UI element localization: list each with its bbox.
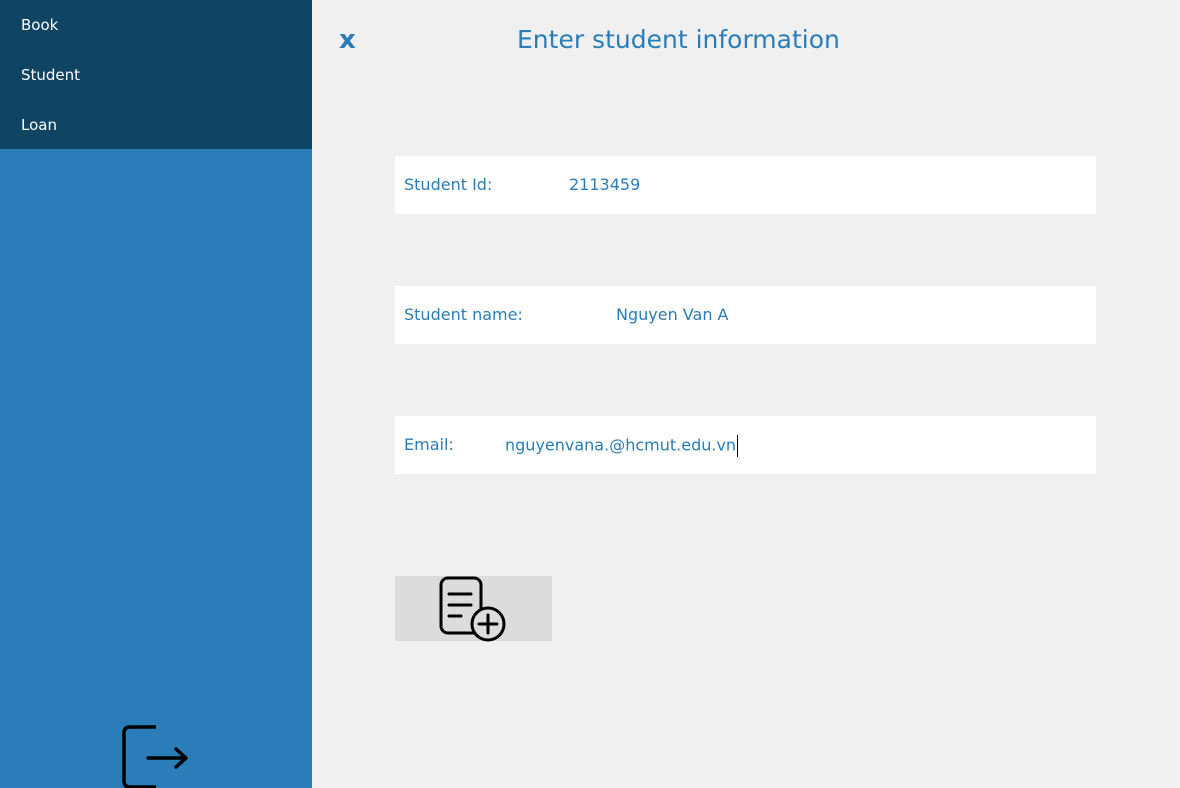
student-name-label: Student name: xyxy=(404,305,523,324)
text-caret xyxy=(737,435,739,457)
sidebar-item-loan[interactable]: Loan xyxy=(21,115,57,135)
sidebar-menu: Book Student Loan xyxy=(0,0,312,149)
add-document-icon xyxy=(439,576,506,642)
email-input[interactable]: nguyenvana.@hcmut.edu.vn xyxy=(505,435,739,457)
student-id-input[interactable]: 2113459 xyxy=(569,175,640,195)
page-title: Enter student information xyxy=(517,25,840,54)
email-label: Email: xyxy=(404,435,454,454)
sidebar: Book Student Loan xyxy=(0,0,312,788)
student-id-label: Student Id: xyxy=(404,175,493,194)
email-field[interactable]: Email: nguyenvana.@hcmut.edu.vn xyxy=(395,416,1096,474)
sidebar-item-book[interactable]: Book xyxy=(21,15,58,35)
logout-button[interactable] xyxy=(120,722,192,788)
add-student-button[interactable] xyxy=(395,576,552,642)
close-button[interactable]: x xyxy=(339,24,363,56)
sidebar-item-student[interactable]: Student xyxy=(21,65,80,85)
student-id-field[interactable]: Student Id: 2113459 xyxy=(395,156,1096,214)
app-window: Book Student Loan x Enter student inform… xyxy=(0,0,1180,788)
student-name-field[interactable]: Student name: Nguyen Van A xyxy=(395,286,1096,344)
student-name-input[interactable]: Nguyen Van A xyxy=(616,305,728,325)
email-input-text: nguyenvana.@hcmut.edu.vn xyxy=(505,435,737,455)
logout-icon xyxy=(122,725,188,788)
